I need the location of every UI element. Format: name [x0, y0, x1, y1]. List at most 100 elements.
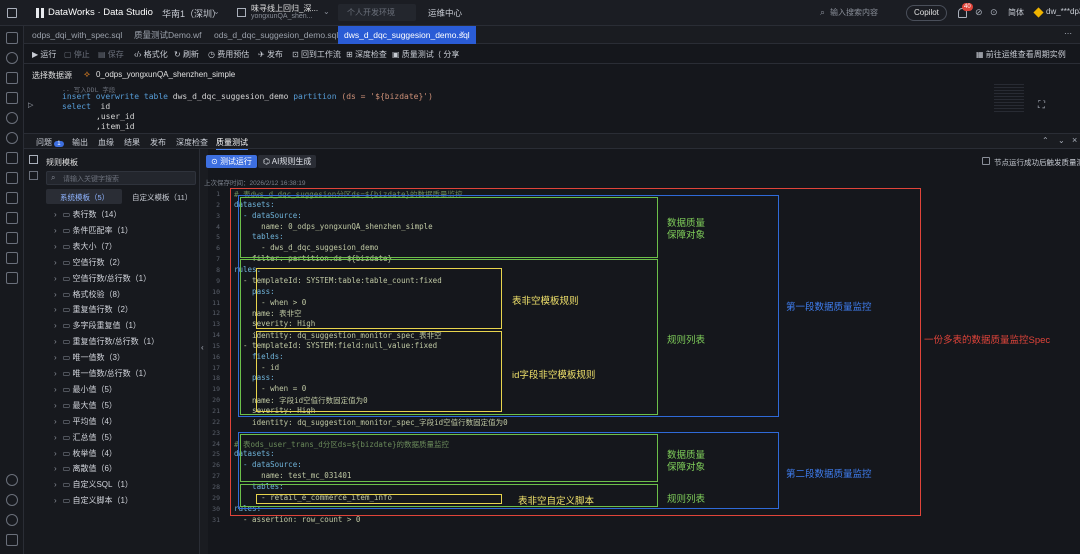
rule-template-item[interactable]: › ▭ 枚举值（4） [54, 448, 117, 459]
datasource-select[interactable]: 0_odps_yongxunQA_shenzhen_simple [96, 70, 235, 79]
cycle-instance-link[interactable]: ▦ 前往运维查看周期实例 [976, 49, 1066, 60]
tab-odps-dqi[interactable]: odps_dqi_with_spec.sql [26, 26, 128, 44]
collapse-down-icon[interactable]: ⌄ [1058, 136, 1065, 145]
folder-icon: ▭ [62, 432, 73, 442]
rule-template-item[interactable]: › ▭ 重复值行数（2） [54, 304, 133, 315]
stop-button[interactable]: ▢ 停止 [64, 49, 90, 60]
rule-template-item[interactable]: › ▭ 条件匹配率（1） [54, 225, 133, 236]
search-input[interactable]: 输入搜索内容 [830, 7, 878, 18]
yaml-editor[interactable]: 1 # 表dws_d_dqc_suggesion分区ds=${bizdate}的数… [204, 187, 1080, 554]
run-gutter-icon[interactable]: ▷ [28, 101, 33, 109]
ai-rule-gen-button[interactable]: ⌬ AI规则生成 [258, 155, 317, 168]
quality-icon[interactable] [6, 192, 18, 204]
rule-template-item[interactable]: › ▭ 离散值（6） [54, 463, 117, 474]
panel-tab-problems[interactable]: 问题 1 [36, 137, 64, 148]
collapse-up-icon[interactable]: ⌃ [1042, 136, 1049, 145]
moon-icon[interactable] [6, 494, 18, 506]
copilot-button[interactable]: Copilot [906, 5, 947, 21]
tabs-more-icon[interactable]: ⋯ [1064, 29, 1072, 38]
help-circle-icon[interactable] [6, 474, 18, 486]
settings-list-icon[interactable] [6, 212, 18, 224]
panel-side-icon[interactable] [29, 155, 38, 164]
line-number: 18 [212, 374, 220, 383]
tab-quality-demo-wf[interactable]: 质量测试Demo.wf [128, 26, 208, 44]
rule-template-item[interactable]: › ▭ 自定义SQL（1） [54, 479, 133, 490]
rule-template-item[interactable]: › ▭ 平均值（4） [54, 416, 117, 427]
home-icon[interactable] [6, 72, 18, 84]
help-icon[interactable]: ⊘ [975, 7, 983, 18]
workspace-id[interactable]: yongxunQA_shen... [251, 13, 313, 20]
yaml-line: identity: dq_suggestion_monitor_spec_表非空 [234, 331, 442, 341]
rule-template-item[interactable]: › ▭ 重复值行数/总行数（1） [54, 336, 159, 347]
folder-icon: ▭ [62, 210, 73, 219]
rule-template-item[interactable]: › ▭ 汇总值（5） [54, 432, 117, 443]
chevron-right-icon: › [54, 496, 57, 506]
back-label: 回到工作流 [300, 50, 341, 59]
ops-center-link[interactable]: 运维中心 [428, 7, 462, 19]
chevron-right-icon: › [54, 273, 57, 283]
trash-icon[interactable] [6, 272, 18, 284]
prettify-button[interactable]: ‹/› 格式化 [134, 49, 168, 60]
rule-template-label: 自定义SQL（1） [72, 480, 133, 490]
panel-side-icon[interactable] [29, 171, 38, 180]
rule-search-input[interactable]: ⌕ 请输入关键字搜索 [46, 171, 196, 185]
cost-button[interactable]: ◷ 费用预估 [208, 49, 249, 60]
close-icon[interactable]: × [1072, 135, 1077, 145]
table-name: dws_d_dqc_suggesion_demo [172, 92, 289, 101]
panel-tab-publish[interactable]: 发布 [150, 137, 166, 148]
tab-ods-demo-sql[interactable]: ods_d_dqc_suggesion_demo.sql [208, 26, 344, 44]
minimap[interactable] [994, 84, 1024, 114]
gear-icon[interactable] [6, 514, 18, 526]
run-button[interactable]: ▶ 运行 [32, 49, 56, 60]
expand-icon[interactable]: ⛶ [1038, 100, 1045, 111]
tab-dws-demo-sql[interactable]: dws_d_dqc_suggesion_demo.sql [338, 26, 476, 44]
rule-tab-system[interactable]: 系统模板（5） [46, 189, 122, 204]
share-button[interactable]: ⟨ 分享 [438, 49, 459, 60]
left-rail [0, 26, 24, 554]
chart-icon[interactable] [6, 152, 18, 164]
back-to-workflow-button[interactable]: ⊡ 回到工作流 [292, 49, 341, 60]
terminal-icon[interactable] [6, 252, 18, 264]
table-icon[interactable] [6, 92, 18, 104]
menu-grid-icon[interactable] [7, 8, 17, 18]
history-icon[interactable] [6, 52, 18, 64]
rule-template-item[interactable]: › ▭ 自定义脚本（1） [54, 495, 133, 506]
doc-icon[interactable]: ⊙ [990, 7, 998, 18]
annotation-rule-list-2: 规则列表 [667, 494, 706, 505]
publish-button[interactable]: ✈ 发布 [258, 49, 283, 60]
panel-tab-result[interactable]: 结果 [124, 137, 140, 148]
quality-test-button[interactable]: ▣ 质量测试 [392, 49, 434, 60]
sql-editor[interactable]: ▷ -- 写入DDL 字段 insert overwrite table dws… [24, 84, 1080, 132]
rule-tab-custom[interactable]: 自定义模板（11） [122, 189, 198, 204]
test-run-button[interactable]: ⊙ 测试运行 [206, 155, 257, 168]
rule-template-item[interactable]: › ▭ 格式校验（8） [54, 289, 125, 300]
layout-icon[interactable] [6, 534, 18, 546]
trigger-checkbox[interactable] [982, 157, 990, 165]
rule-template-item[interactable]: › ▭ 唯一值数/总行数（1） [54, 368, 151, 379]
yaml-line: severity: High [234, 406, 316, 415]
panel-tab-deep-check[interactable]: 深度检查 [176, 137, 208, 148]
panel-tab-output[interactable]: 输出 [72, 137, 88, 148]
rule-template-item[interactable]: › ▭ 最小值（5） [54, 384, 117, 395]
data-map-icon[interactable] [6, 172, 18, 184]
monitor-icon[interactable] [6, 232, 18, 244]
rule-template-item[interactable]: › ▭ 多字段重复值（1） [54, 320, 141, 331]
user-name[interactable]: dw_***dp3 [1046, 7, 1080, 16]
database-icon[interactable] [6, 112, 18, 124]
panel-tab-lineage[interactable]: 血缘 [98, 137, 114, 148]
rule-template-item[interactable]: › ▭ 空值行数/总行数（1） [54, 273, 151, 284]
clock-icon[interactable] [6, 132, 18, 144]
rule-template-item[interactable]: › ▭ 表大小（7） [54, 241, 117, 252]
deep-check-button[interactable]: ⊞ 深度检查 [346, 49, 387, 60]
rule-template-item[interactable]: › ▭ 空值行数（2） [54, 257, 125, 268]
line-number: 5 [216, 233, 220, 242]
ai-gen-label: AI规则生成 [271, 157, 312, 166]
explorer-icon[interactable] [6, 32, 18, 44]
rule-template-item[interactable]: › ▭ 唯一值数（3） [54, 352, 125, 363]
rule-template-item[interactable]: › ▭ 表行数（14） [54, 209, 121, 220]
close-icon[interactable]: × [460, 29, 465, 38]
rule-template-item[interactable]: › ▭ 最大值（5） [54, 400, 117, 411]
language-switch[interactable]: 简体 [1008, 7, 1024, 18]
refresh-button[interactable]: ↻ 刷新 [174, 49, 199, 60]
deep-check-label: 深度检查 [354, 50, 387, 59]
